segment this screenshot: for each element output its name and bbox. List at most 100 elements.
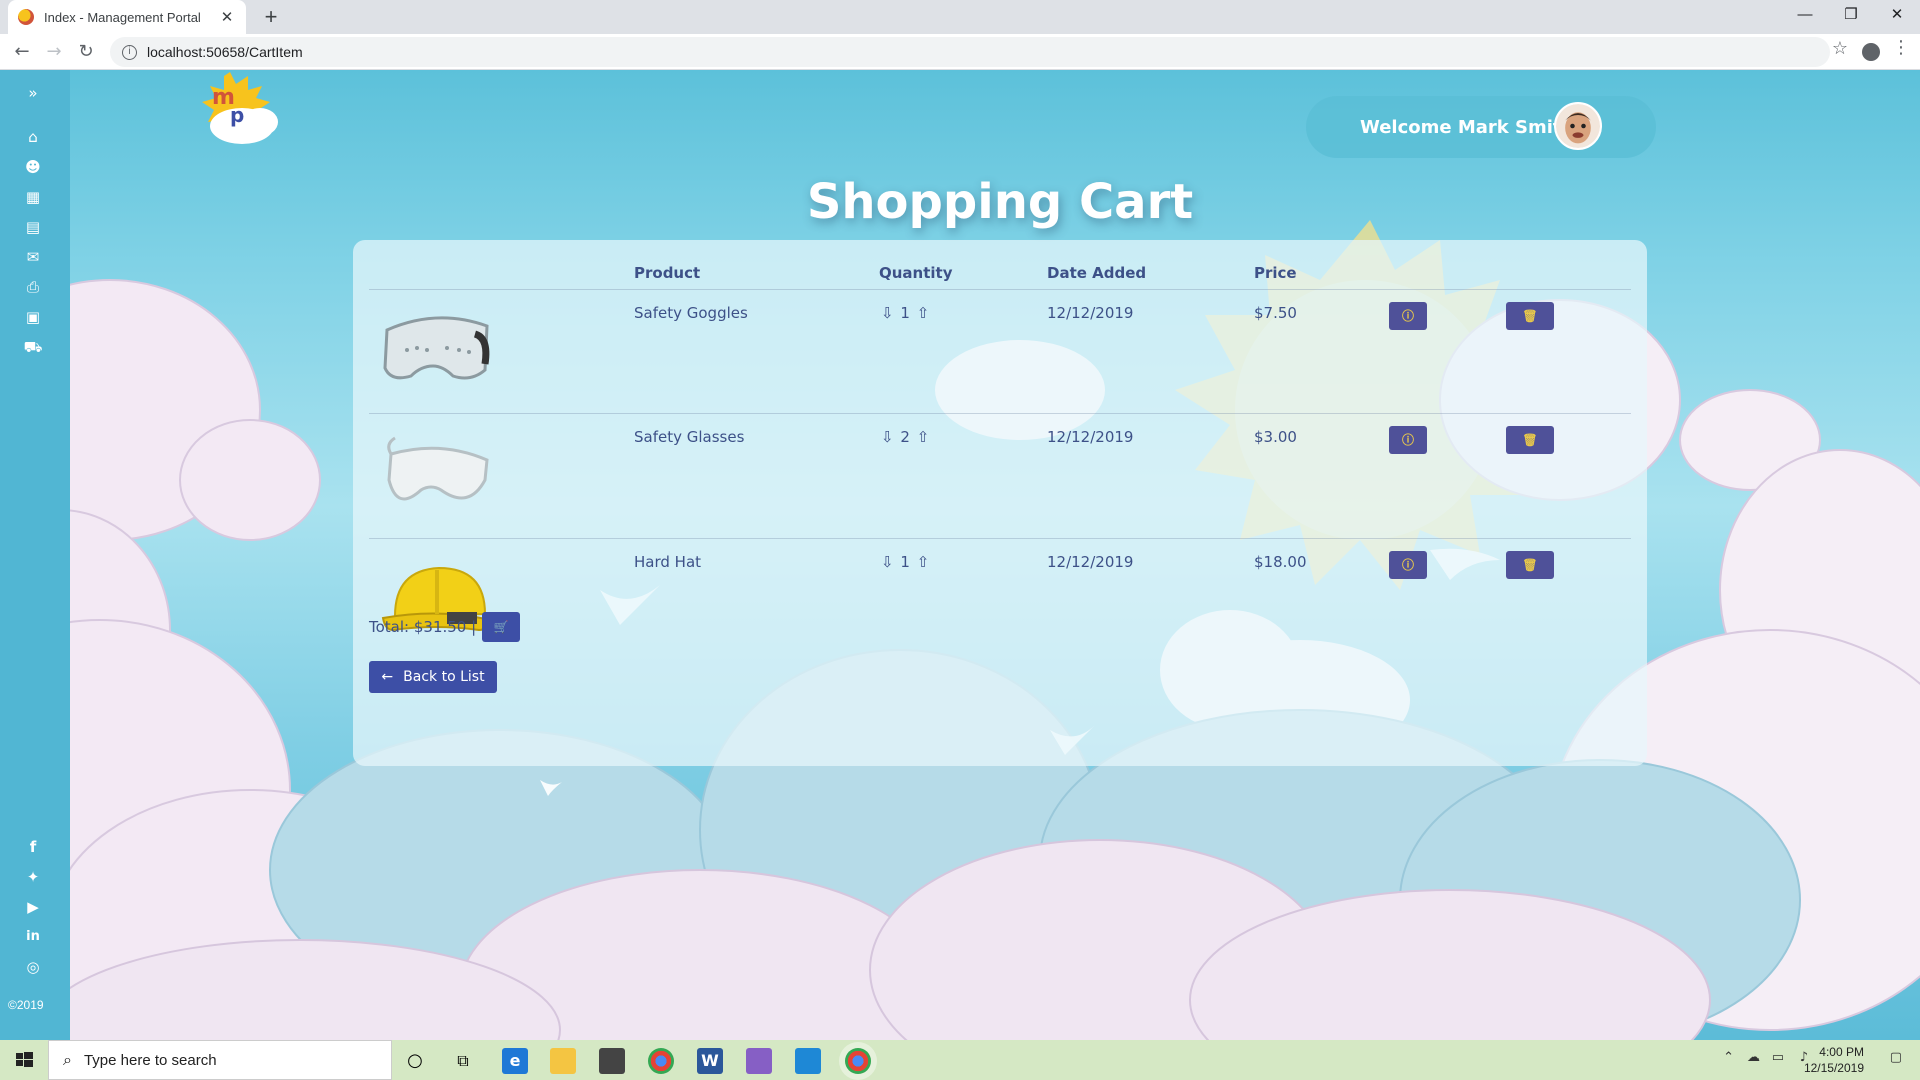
facebook-icon[interactable]: f [20,836,46,858]
mail-icon[interactable] [599,1048,625,1074]
twitter-icon[interactable]: ✦ [20,866,46,888]
user-avatar[interactable] [1554,102,1602,150]
task-view-icon[interactable]: ⧉ [450,1048,476,1074]
cortana-icon[interactable]: ○ [402,1048,428,1074]
safety-glasses-image [387,436,489,501]
quantity-control: ⇩ 1 ⇧ [879,553,931,571]
safety-goggles-image [383,316,490,380]
minimize-button[interactable]: — [1782,0,1828,30]
bookmark-star-icon[interactable]: ☆ [1832,38,1848,59]
price: $3.00 [1254,428,1297,446]
delete-button[interactable]: 🗑 [1506,426,1554,454]
welcome-text: Welcome Mark Smith [1360,116,1575,138]
price: $7.50 [1254,304,1297,322]
site-info-icon[interactable]: i [122,44,137,60]
quantity-control: ⇩ 1 ⇧ [879,304,931,322]
home-icon[interactable]: ⌂ [20,126,46,148]
delete-button[interactable]: 🗑 [1506,302,1554,330]
welcome-banner: Welcome Mark Smith [1306,96,1656,158]
checkout-cart-button[interactable]: 🛒 [482,612,520,642]
search-icon: ⌕ [63,1050,72,1069]
product-name: Safety Goggles [634,304,748,322]
restore-button[interactable]: ❐ [1828,0,1874,30]
decrease-quantity-icon[interactable]: ⇩ [879,553,896,571]
expand-icon[interactable]: » [20,82,46,104]
back-arrow-icon: ← [381,669,394,685]
taskbar-search-input[interactable]: ⌕ Type here to search [48,1040,392,1080]
cart-panel: Product Quantity Date Added Price Safety… [353,240,1647,766]
new-tab-button[interactable]: + [258,4,284,30]
date-added: 12/12/2019 [1047,428,1134,446]
briefcase-icon[interactable]: ▣ [20,306,46,328]
cart-icon[interactable]: ⛟ [20,336,46,358]
date-added: 12/12/2019 [1047,304,1134,322]
decrease-quantity-icon[interactable]: ⇩ [879,304,896,322]
menu-kebab-icon[interactable]: ⋮ [1892,37,1910,58]
cart-total: Total: $31.50 | [369,618,477,636]
details-button[interactable]: ⓘ [1389,302,1427,330]
details-button[interactable]: ⓘ [1389,426,1427,454]
taskbar-clock[interactable]: 4:00 PM 12/15/2019 [1804,1044,1864,1076]
quantity-value: 1 [900,304,910,322]
tab-close-icon[interactable]: ✕ [218,8,236,26]
notifications-icon[interactable]: ▢ [1890,1050,1902,1065]
details-button[interactable]: ⓘ [1389,551,1427,579]
quantity-value: 2 [900,428,910,446]
reload-icon[interactable]: ↻ [72,38,100,66]
chrome-active-icon[interactable] [845,1048,871,1074]
price: $18.00 [1254,553,1307,571]
column-header-product: Product [634,264,701,282]
increase-quantity-icon[interactable]: ⇧ [915,304,932,322]
browser-tab[interactable]: Index - Management Portal ✕ [8,0,246,34]
product-name: Hard Hat [634,553,702,571]
row-divider [369,413,1631,414]
header-divider [369,289,1631,290]
visual-studio-icon[interactable] [746,1048,772,1074]
instagram-icon[interactable]: ◎ [20,956,46,978]
increase-quantity-icon[interactable]: ⇧ [915,553,932,571]
url-text: localhost:50658/CartItem [147,44,303,60]
site-favicon-icon [18,9,34,25]
word-icon[interactable]: W [697,1048,723,1074]
browser-tab-strip: Index - Management Portal ✕ + — ❐ ✕ [0,0,1920,34]
decrease-quantity-icon[interactable]: ⇩ [879,428,896,446]
svg-text:p: p [230,103,244,127]
back-to-list-button[interactable]: ← Back to List [369,661,497,693]
product-name: Safety Glasses [634,428,745,446]
increase-quantity-icon[interactable]: ⇧ [915,428,932,446]
file-explorer-icon[interactable] [550,1048,576,1074]
site-logo[interactable]: m p [190,70,290,150]
column-header-quantity: Quantity [879,264,953,282]
browser-toolbar: ← → ↻ i localhost:50658/CartItem ☆ ⋮ [0,34,1920,70]
forward-arrow-icon[interactable]: → [40,38,68,66]
print-icon[interactable]: ⎙ [20,276,46,298]
linkedin-icon[interactable]: in [20,926,46,948]
page-title: Shopping Cart [806,174,1194,230]
chrome-icon[interactable] [648,1048,674,1074]
back-to-list-label: Back to List [403,669,485,685]
delete-button[interactable]: 🗑 [1506,551,1554,579]
column-header-price: Price [1254,264,1297,282]
youtube-icon[interactable]: ▶ [20,896,46,918]
tab-title: Index - Management Portal [44,9,201,25]
clock-time: 4:00 PM [1819,1045,1864,1059]
profile-icon[interactable] [1862,43,1880,61]
vscode-icon[interactable] [795,1048,821,1074]
row-divider [369,538,1631,539]
search-placeholder: Type here to search [83,1051,217,1069]
onedrive-icon[interactable]: ☁ [1747,1050,1760,1065]
address-bar[interactable]: i localhost:50658/CartItem [110,37,1830,67]
back-arrow-icon[interactable]: ← [8,38,36,66]
windows-start-icon[interactable] [0,1040,48,1080]
edge-browser-icon[interactable]: e [502,1048,528,1074]
clock-date: 12/15/2019 [1803,1061,1864,1075]
tray-overflow-icon[interactable]: ⌃ [1723,1050,1734,1065]
column-header-date: Date Added [1047,264,1147,282]
chat-icon[interactable]: ✉ [20,246,46,268]
window-close-button[interactable]: ✕ [1874,0,1920,30]
page-viewport: » ⌂ ☻ ▦ ▤ ✉ ⎙ ▣ ⛟ f ✦ ▶ in ◎ ©2019 m p W… [0,70,1920,1040]
date-added: 12/12/2019 [1047,553,1134,571]
quantity-value: 1 [900,553,910,571]
network-icon[interactable]: ▭ [1772,1050,1784,1065]
windows-taskbar: ⌕ Type here to search ○ ⧉ e W ⌃ ☁ ▭ ♪ 4:… [0,1040,1920,1080]
